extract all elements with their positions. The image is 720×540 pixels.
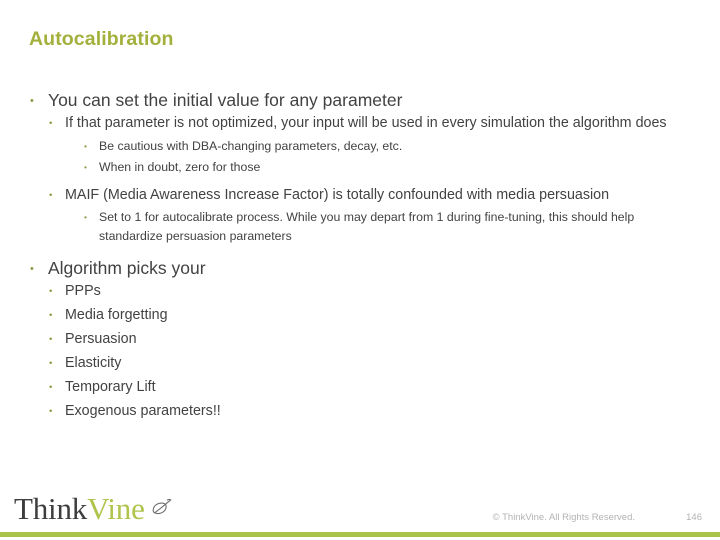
leaf-icon <box>150 497 174 522</box>
bullet-marker-icon: • <box>49 382 53 393</box>
bullet-text: PPPs <box>65 283 101 299</box>
bullet-level3: • When in doubt, zero for those <box>26 158 694 177</box>
bullet-text: Set to 1 for autocalibrate process. Whil… <box>99 210 635 243</box>
bullet-marker-icon: • <box>49 406 53 417</box>
logo-text-think: Think <box>14 491 88 526</box>
bullet-marker-icon: • <box>49 358 53 369</box>
footer-accent-bar <box>0 532 720 537</box>
bullet-level2: • Exogenous parameters!! <box>26 401 694 422</box>
bullet-text: If that parameter is not optimized, your… <box>65 115 667 131</box>
slide: Autocalibration • You can set the initia… <box>0 0 720 540</box>
bullet-level2: • If that parameter is not optimized, yo… <box>26 113 694 134</box>
page-title: Autocalibration <box>29 28 174 50</box>
bullet-level3: • Be cautious with DBA-changing paramete… <box>26 137 694 156</box>
sub-bullet-list: • PPPs • Media forgetting • Persuasion •… <box>26 281 694 422</box>
bullet-level2: • Elasticity <box>26 353 694 374</box>
bullet-level1: • Algorithm picks your <box>26 256 694 281</box>
bullet-level2: • Media forgetting <box>26 305 694 326</box>
bullet-text: MAIF (Media Awareness Increase Factor) i… <box>65 186 610 203</box>
thinkvine-logo: Think Vine <box>14 490 174 524</box>
bullet-level1: • You can set the initial value for any … <box>26 88 694 113</box>
bullet-marker-icon: • <box>84 212 87 222</box>
bullet-marker-icon: • <box>84 162 87 172</box>
bullet-text: Temporary Lift <box>65 379 156 395</box>
bullet-marker-icon: • <box>49 189 53 201</box>
bullet-text: When in doubt, zero for those <box>99 160 261 174</box>
bullet-text: You can set the initial value for any pa… <box>48 90 403 110</box>
bullet-level2: • Persuasion <box>26 329 694 350</box>
bullet-text: Algorithm picks your <box>48 258 206 278</box>
bullet-marker-icon: • <box>49 334 53 345</box>
bullet-text: Elasticity <box>65 355 122 371</box>
bullet-level3: • Set to 1 for autocalibrate process. Wh… <box>26 208 694 245</box>
bullet-marker-icon: • <box>30 95 34 107</box>
logo-text-vine: Vine <box>87 491 145 526</box>
bullet-marker-icon: • <box>49 286 53 297</box>
bullet-text: Persuasion <box>65 331 137 347</box>
bullet-text: Media forgetting <box>65 307 168 323</box>
bullet-marker-icon: • <box>49 118 53 129</box>
bullet-marker-icon: • <box>84 140 87 151</box>
copyright-text: © ThinkVine. All Rights Reserved. <box>492 512 635 523</box>
bullet-level2: • Temporary Lift <box>26 377 694 398</box>
bullet-marker-icon: • <box>30 263 34 275</box>
bullet-level2: • MAIF (Media Awareness Increase Factor)… <box>26 185 694 206</box>
bullet-level2: • PPPs <box>26 281 694 302</box>
bullet-marker-icon: • <box>49 310 53 321</box>
bullet-text: Exogenous parameters!! <box>65 403 221 419</box>
page-number: 146 <box>686 512 702 523</box>
bullet-text: Be cautious with DBA-changing parameters… <box>99 138 403 153</box>
slide-body: • You can set the initial value for any … <box>26 88 694 425</box>
